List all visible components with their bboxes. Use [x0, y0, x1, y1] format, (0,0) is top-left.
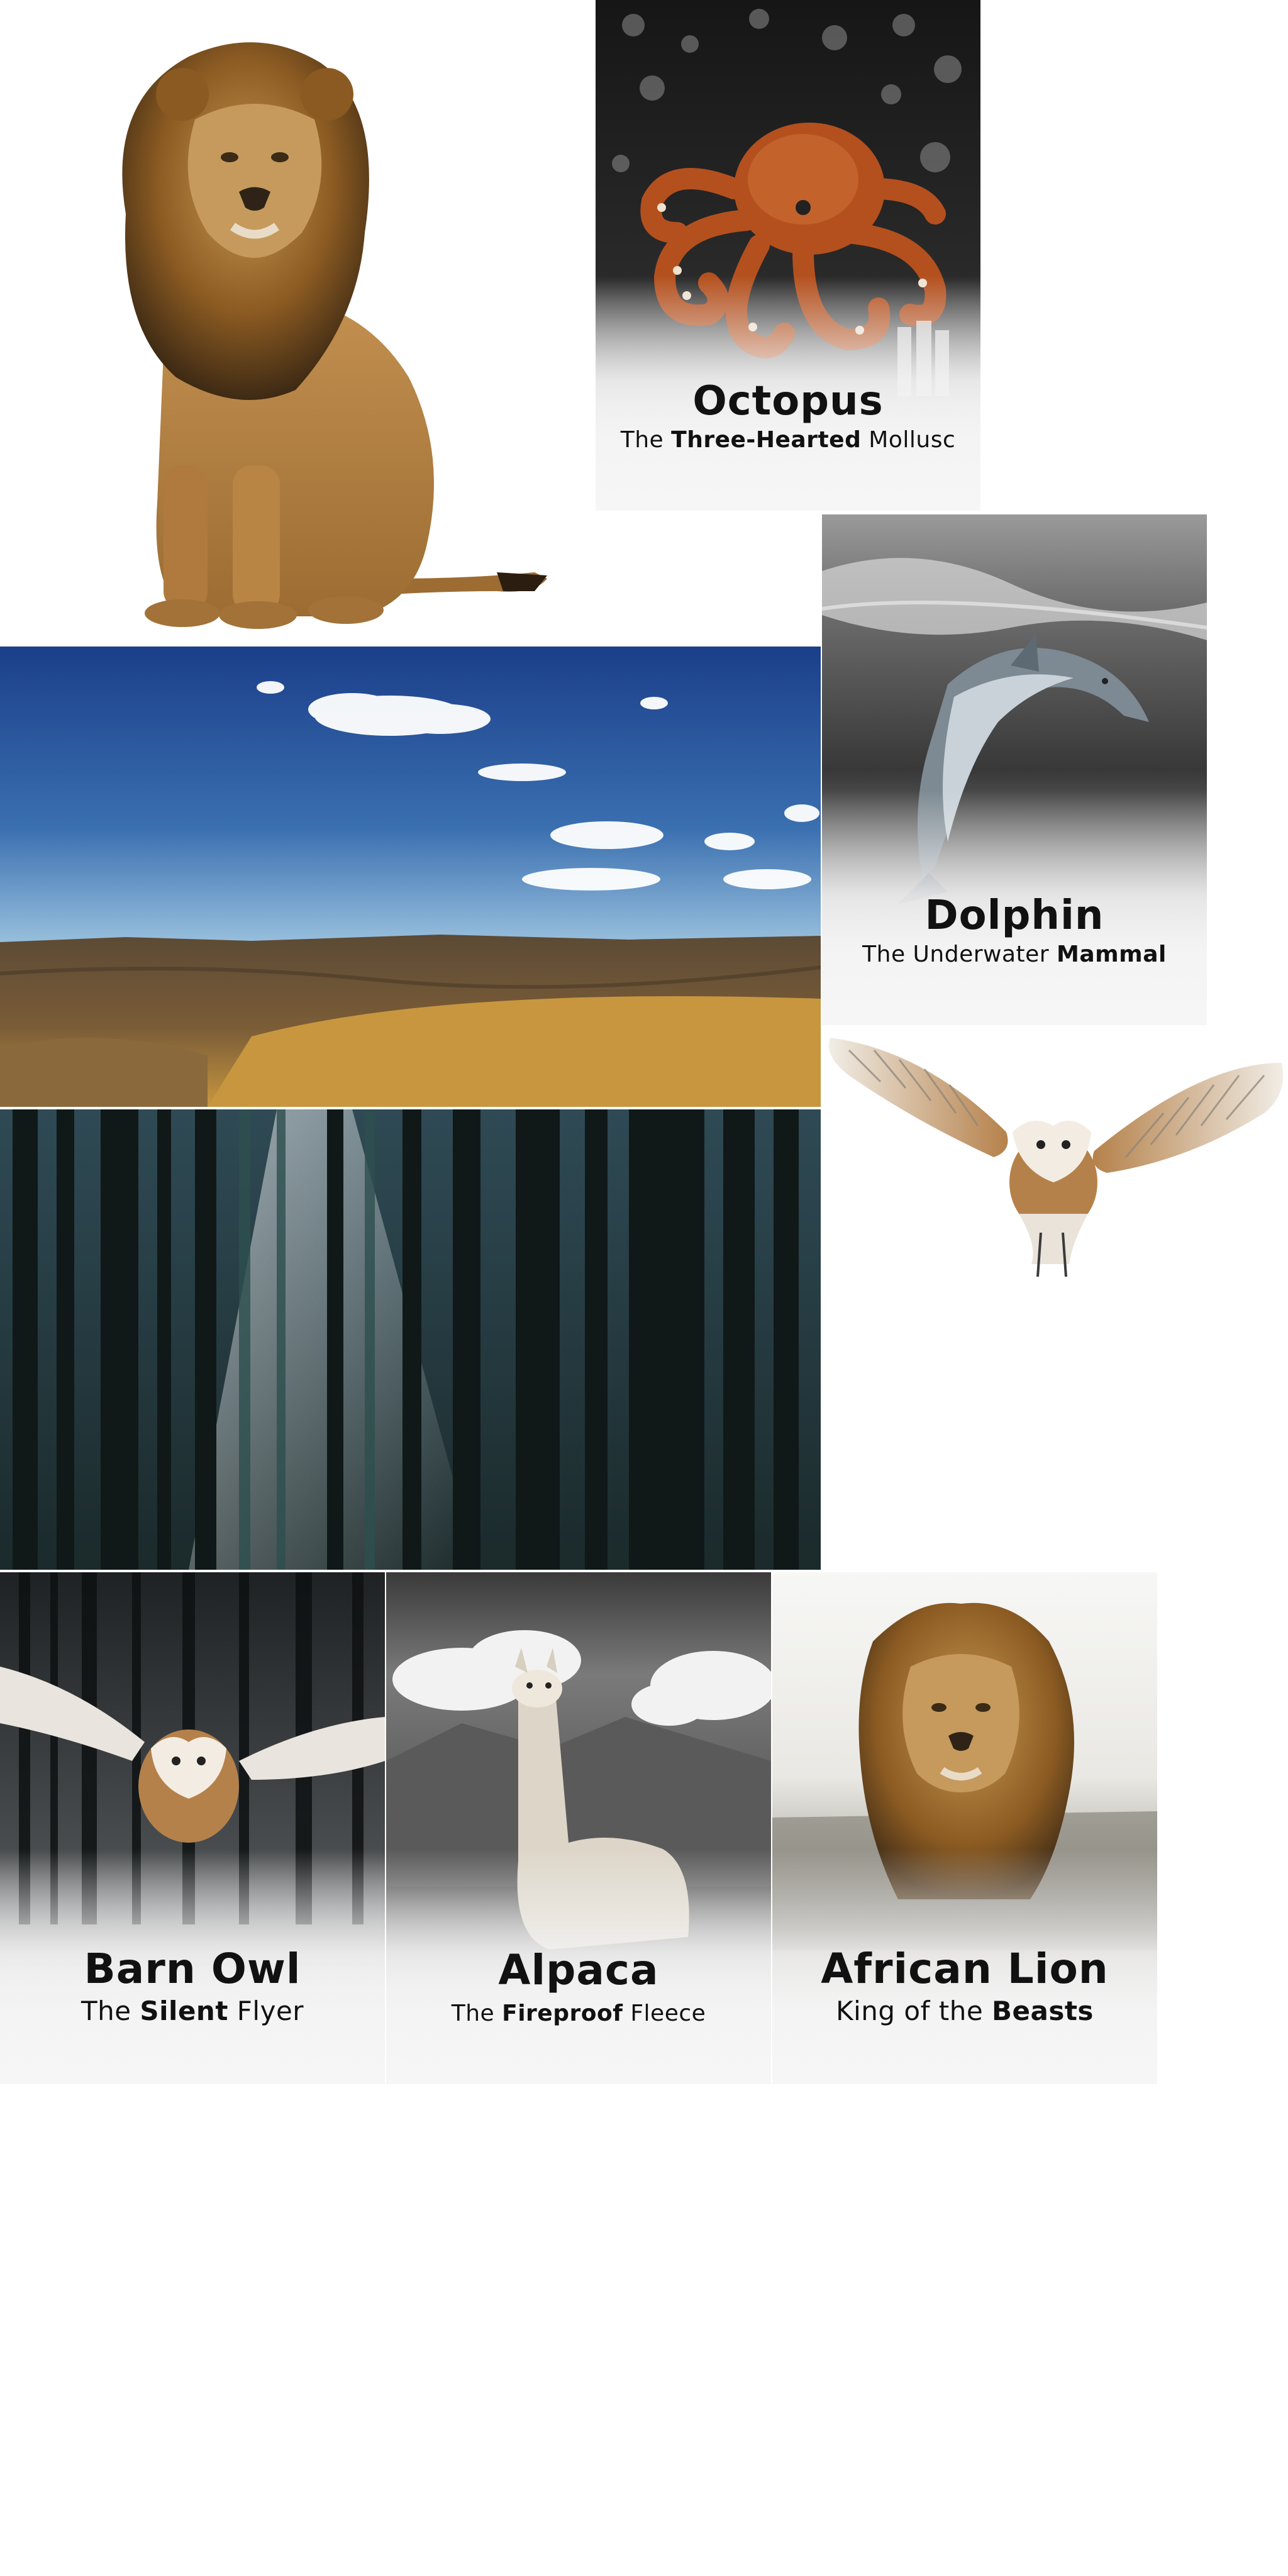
card-title: Barn Owl [84, 1945, 301, 1993]
card-subtitle: The Silent Flyer [80, 1996, 304, 2026]
card-subtitle: King of the Beasts [836, 1996, 1094, 2026]
card-title: Dolphin [924, 892, 1104, 939]
card-caption: Alpaca The Fireproof Fleece [386, 1946, 771, 2026]
card-subtitle: The Fireproof Fleece [451, 2001, 706, 2026]
octopus-card[interactable]: Octopus The Three-Hearted Mollusc [596, 0, 980, 511]
card-caption: Barn Owl The Silent Flyer [0, 1945, 385, 2026]
card-caption: Octopus The Three-Hearted Mollusc [596, 378, 980, 453]
card-subtitle: The Underwater Mammal [862, 941, 1167, 967]
forest-image [0, 1109, 821, 1570]
barn-owl-card[interactable]: Barn Owl The Silent Flyer [0, 1572, 385, 2084]
dolphin-card[interactable]: Dolphin The Underwater Mammal [822, 514, 1207, 1025]
barn-owl-image [824, 1025, 1288, 1289]
african-lion-card[interactable]: African Lion King of the Beasts [772, 1572, 1157, 2084]
card-caption: Dolphin The Underwater Mammal [822, 892, 1207, 967]
card-caption: African Lion King of the Beasts [772, 1945, 1157, 2026]
card-title: African Lion [821, 1945, 1109, 1993]
card-subtitle: The Three-Hearted Mollusc [620, 427, 956, 453]
badlands-landscape-image [0, 647, 821, 1107]
card-title: Octopus [692, 378, 884, 425]
card-title: Alpaca [498, 1946, 659, 1994]
alpaca-card[interactable]: Alpaca The Fireproof Fleece [386, 1572, 771, 2084]
lion-image [94, 25, 553, 629]
